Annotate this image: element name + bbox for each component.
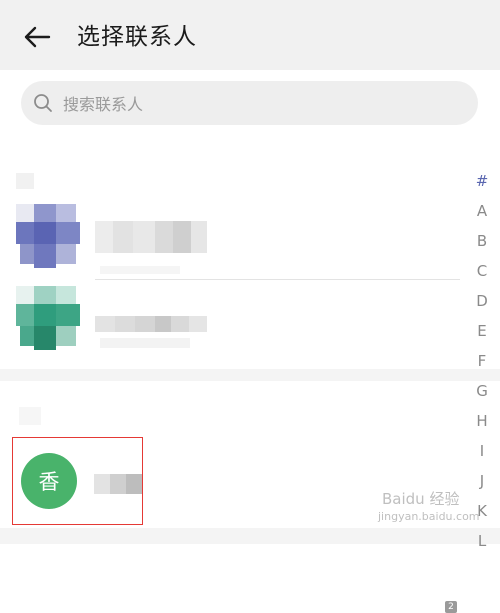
search-box[interactable] [21,81,478,127]
index-letter[interactable]: L [466,526,498,556]
index-letter[interactable]: D [466,286,498,316]
message-count-badge: 2 [445,601,457,613]
search-icon [34,94,52,112]
back-arrow-icon [24,26,51,48]
baidu-watermark: Baidu 经验 jingyan.baidu.com [372,488,492,524]
section-header-blurred [19,407,41,425]
contact-subtitle-blurred [100,266,180,274]
contact-row[interactable]: 2 [0,282,460,613]
page-title: 选择联系人 [77,24,197,50]
index-letter[interactable]: G [466,376,498,406]
index-letter[interactable]: F [466,346,498,376]
section-header-blurred [16,173,34,189]
search-input[interactable] [61,81,445,127]
watermark-line2: jingyan.baidu.com [378,510,480,523]
section-divider [0,369,500,381]
search-area [0,70,500,130]
avatar [16,286,80,354]
index-letter[interactable]: A [466,196,498,226]
contact-name-blurred [95,316,207,332]
index-letter[interactable]: C [466,256,498,286]
contact-name-blurred [95,221,207,253]
app-header: 选择联系人 [0,0,500,70]
divider [95,279,460,280]
contact-subtitle-blurred [100,338,190,348]
back-button[interactable] [20,20,54,54]
selection-highlight [12,437,143,525]
index-letter[interactable]: E [466,316,498,346]
contact-row[interactable] [0,200,460,278]
watermark-line1: Baidu 经验 [382,490,460,508]
index-letter[interactable]: B [466,226,498,256]
bottom-divider [0,528,500,544]
avatar [16,204,80,270]
index-letter[interactable]: # [466,166,498,196]
index-letter[interactable]: H [466,406,498,436]
index-letter[interactable]: I [466,436,498,466]
